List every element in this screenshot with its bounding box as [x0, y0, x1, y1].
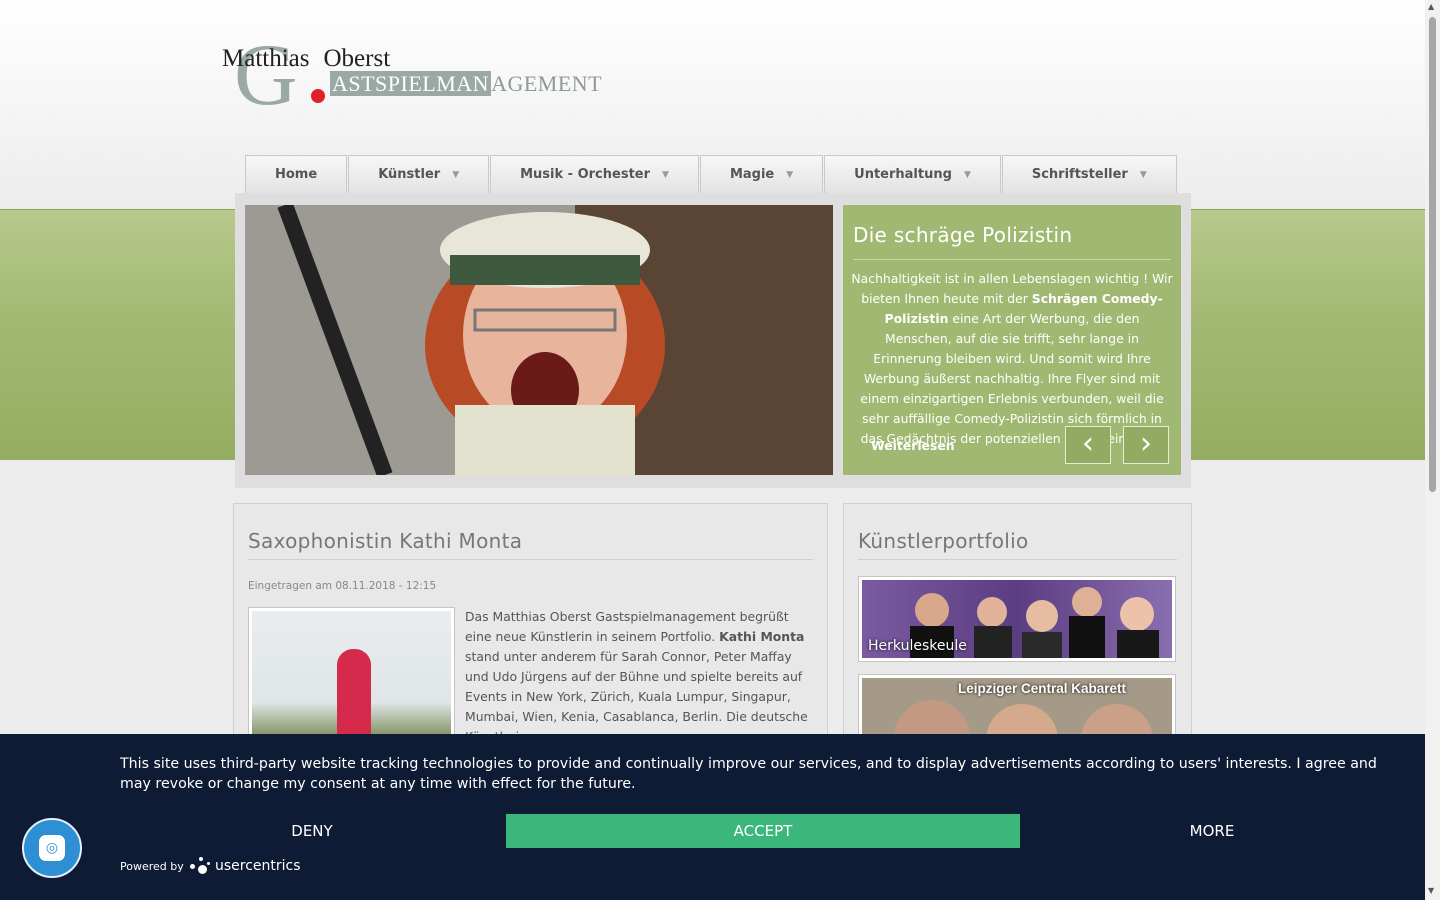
caret-down-icon: ▼ — [452, 169, 460, 180]
slide-caption: Die schräge Polizistin Nachhaltigkeit is… — [843, 205, 1181, 475]
page-scrollbar[interactable]: ▲ ▼ — [1425, 0, 1440, 900]
chevron-left-icon: ‹ — [1082, 426, 1094, 461]
caret-down-icon: ▼ — [786, 169, 794, 180]
cookie-banner: This site uses third-party website track… — [0, 734, 1425, 900]
main-nav: Home Künstler ▼ Musik - Orchester ▼ Magie ▼… — [245, 155, 1178, 193]
scrollbar-thumb[interactable] — [1429, 17, 1436, 492]
slide-photo-illustration — [245, 205, 833, 475]
next-slide-button[interactable]: › — [1123, 426, 1169, 464]
powered-by-label: Powered by — [120, 860, 184, 873]
portfolio-divider — [858, 559, 1177, 560]
usercentrics-wordmark: usercentrics — [215, 858, 301, 874]
nav-unterhaltung[interactable]: Unterhaltung ▼ — [824, 155, 1001, 193]
usercentrics-logo[interactable]: usercentrics — [190, 855, 301, 877]
portfolio-caption: Leipziger Central Kabarett — [958, 681, 1127, 696]
logo-name: Matthias Oberst — [222, 45, 391, 72]
slide-image[interactable] — [245, 205, 833, 475]
slide-text: Nachhaltigkeit ist in allen Lebenslagen … — [851, 271, 1173, 446]
privacy-settings-button[interactable]: ◎ — [22, 818, 82, 878]
scroll-up-icon[interactable]: ▲ — [1428, 2, 1434, 11]
cookie-message: This site uses third-party website track… — [120, 756, 1377, 792]
fingerprint-icon: ◎ — [39, 835, 65, 861]
article-date: Eingetragen am 08.11.2018 - 12:15 — [248, 580, 437, 592]
usercentrics-dots-icon — [190, 855, 212, 877]
scroll-down-icon[interactable]: ▼ — [1428, 886, 1434, 895]
caret-down-icon: ▼ — [1139, 169, 1147, 180]
prev-slide-button[interactable]: ‹ — [1065, 426, 1111, 464]
nav-magie[interactable]: Magie ▼ — [699, 155, 824, 193]
logo-letter: G — [234, 27, 298, 124]
accept-button[interactable]: ACCEPT — [506, 814, 1020, 848]
article-body: Das Matthias Oberst Gastspielmanagement … — [465, 609, 808, 744]
nav-schriftsteller[interactable]: Schriftsteller ▼ — [1001, 155, 1177, 193]
article-title[interactable]: Saxophonistin Kathi Monta — [248, 529, 522, 553]
read-more-link[interactable]: Weiterlesen — [871, 438, 955, 453]
site-logo[interactable]: G Matthias Oberst ASTSPIELMANAGEMENT — [220, 27, 603, 124]
logo-subtitle: ASTSPIELMANAGEMENT — [330, 71, 603, 96]
slide-title: Die schräge Polizistin — [853, 223, 1073, 247]
logo-red-dot — [311, 89, 325, 103]
artist-portfolio: Künstlerportfolio Herkuleskeule Leipzige… — [843, 503, 1192, 765]
portfolio-title: Künstlerportfolio — [858, 529, 1029, 553]
news-article: Saxophonistin Kathi Monta Eingetragen am… — [233, 503, 828, 767]
deny-button[interactable]: DENY — [55, 814, 569, 848]
caret-down-icon: ▼ — [662, 169, 669, 180]
nav-kuenstler[interactable]: Künstler ▼ — [348, 155, 490, 193]
caret-down-icon: ▼ — [963, 169, 971, 180]
portfolio-caption: Herkuleskeule — [868, 638, 967, 654]
article-divider — [248, 559, 813, 560]
portfolio-card[interactable]: Herkuleskeule — [858, 576, 1176, 662]
feature-slider: Die schräge Polizistin Nachhaltigkeit is… — [235, 193, 1191, 488]
nav-home[interactable]: Home — [245, 155, 348, 193]
chevron-right-icon: › — [1140, 426, 1152, 461]
nav-musik-orchester[interactable]: Musik - Orchester ▼ — [490, 155, 699, 193]
slide-divider — [853, 259, 1171, 260]
more-button[interactable]: MORE — [955, 814, 1440, 848]
